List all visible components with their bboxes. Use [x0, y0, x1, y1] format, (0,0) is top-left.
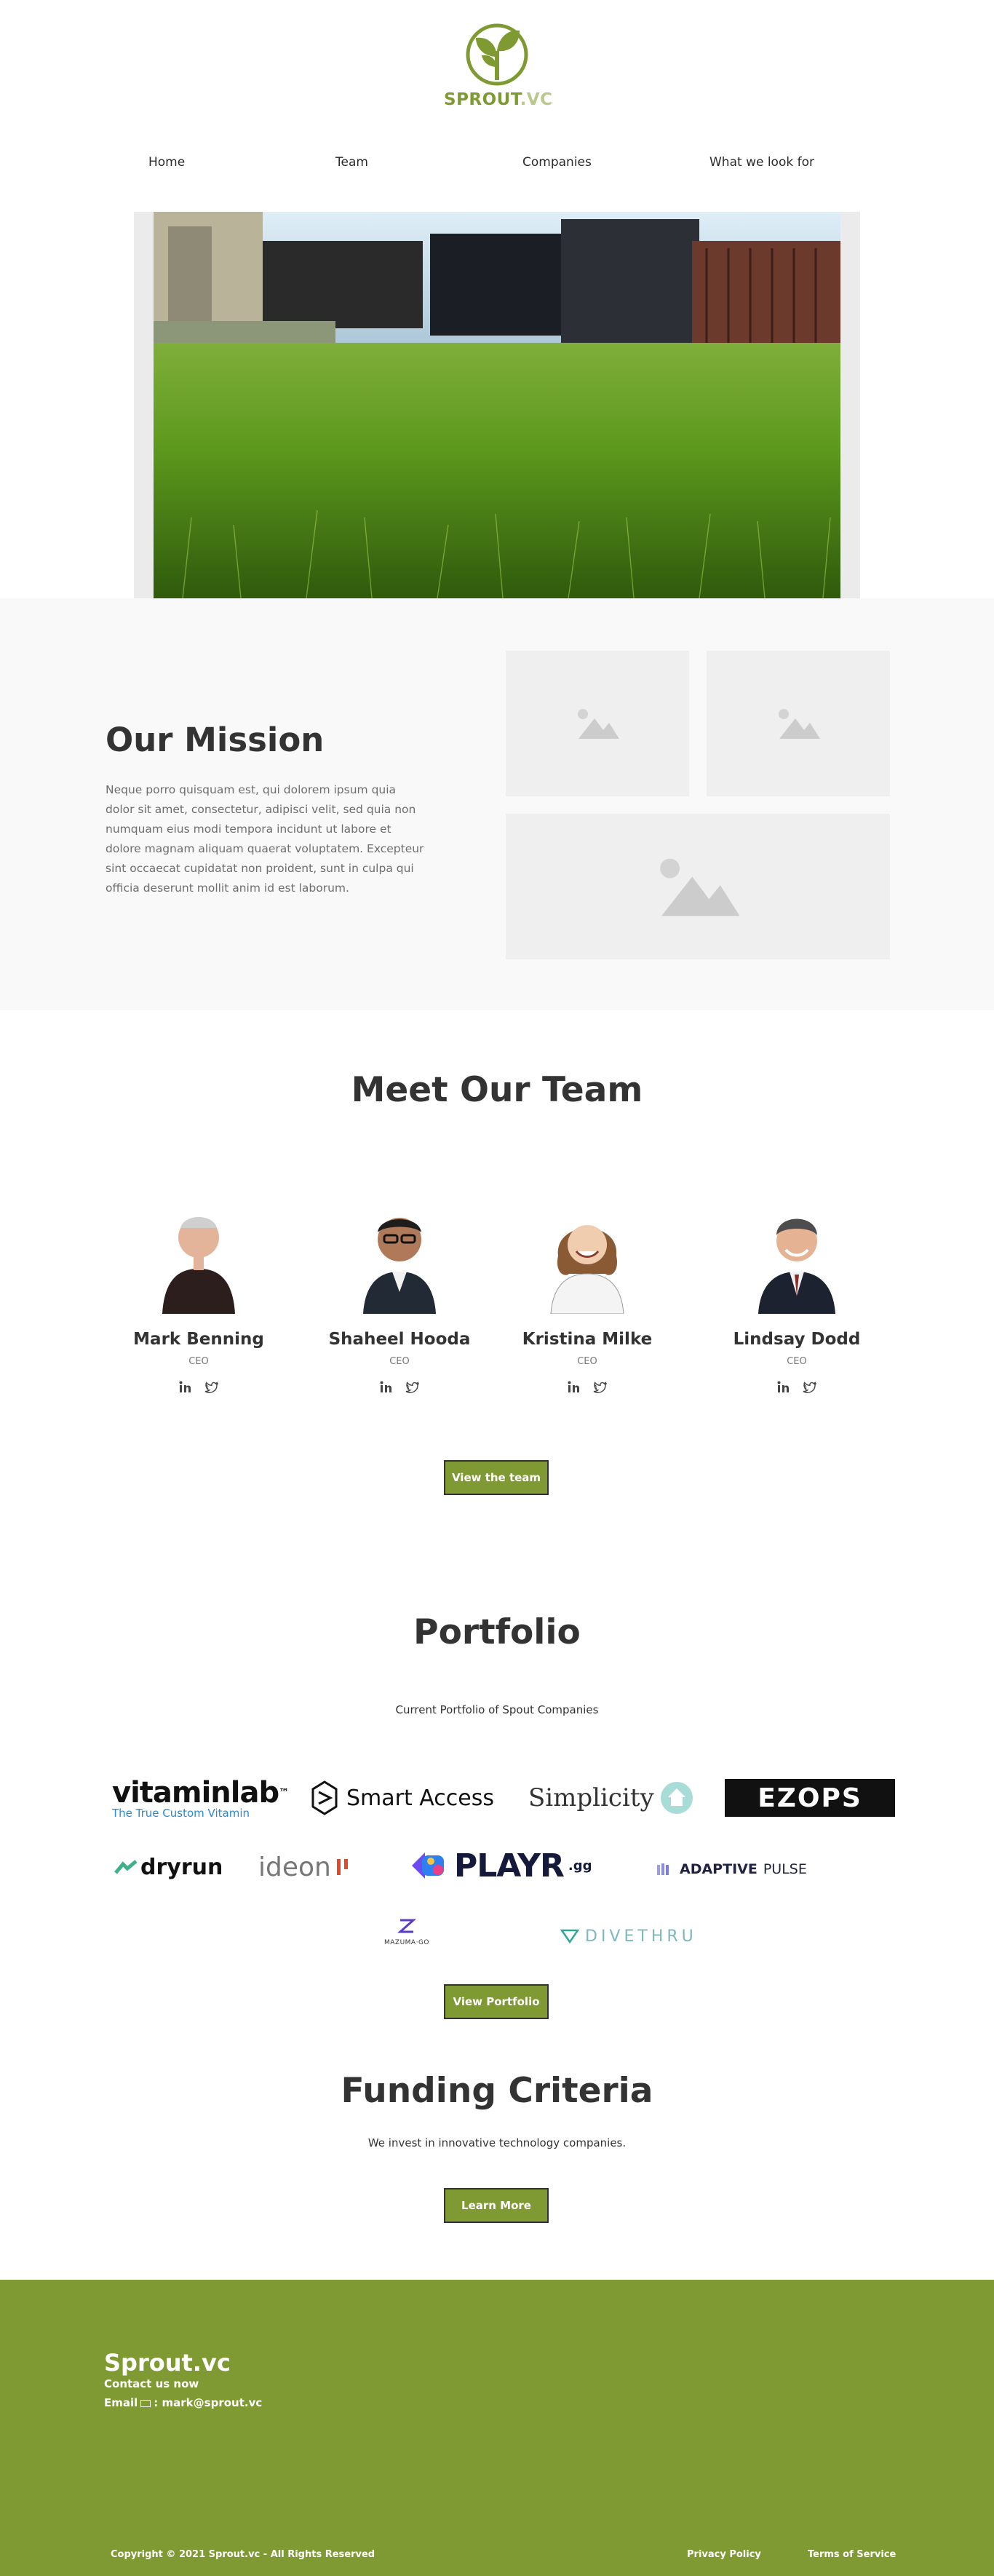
mazumago-icon [397, 1919, 416, 1933]
copyright: Copyright © 2021 Sprout.vc - All Rights … [111, 2549, 375, 2560]
member-role: CEO [787, 1356, 807, 1367]
view-team-button[interactable]: View the team [444, 1460, 549, 1495]
privacy-policy-link[interactable]: Privacy Policy [687, 2549, 761, 2560]
linkedin-icon[interactable] [178, 1380, 193, 1395]
nav-companies[interactable]: Companies [522, 155, 592, 170]
nav-what-we-look-for[interactable]: What we look for [709, 155, 814, 170]
nav-home[interactable]: Home [148, 155, 185, 170]
funding-title: Funding Criteria [341, 2071, 653, 2111]
image-placeholder [506, 814, 890, 959]
twitter-icon[interactable] [204, 1380, 219, 1395]
member-name: Lindsay Dodd [733, 1330, 861, 1349]
team-title: Meet Our Team [351, 1070, 643, 1110]
logo-playr[interactable]: PLAYR .gg [409, 1845, 613, 1886]
mission-section: Our Mission Neque porro quisquam est, qu… [0, 598, 994, 1010]
portfolio-subtitle: Current Portfolio of Spout Companies [395, 1703, 599, 1716]
logo-vitaminlab[interactable]: vitaminlab™ The True Custom Vitamin [112, 1778, 289, 1821]
linkedin-icon[interactable] [567, 1380, 581, 1395]
house-icon [660, 1782, 693, 1814]
funding-subtitle: We invest in innovative technology compa… [367, 2136, 627, 2149]
logo-mazumago[interactable]: MAZUMA·GO [374, 1916, 440, 1952]
footer-contact: Contact us now Email: mark@sprout.vc [104, 2374, 262, 2412]
team-member-card: Shaheel Hooda CEO [309, 1205, 490, 1395]
email-line: Email: mark@sprout.vc [104, 2396, 263, 2409]
logo-wordmark: SPROUT.VC [444, 90, 553, 109]
twitter-icon[interactable] [803, 1380, 817, 1395]
footer-brand: Sprout.vc [104, 2349, 231, 2377]
image-placeholder [707, 651, 890, 796]
linkedin-icon[interactable] [776, 1380, 791, 1395]
twitter-icon[interactable] [405, 1380, 420, 1395]
learn-more-button[interactable]: Learn More [444, 2188, 549, 2223]
site-footer: Sprout.vc Contact us now Email: mark@spr… [0, 2280, 994, 2576]
mission-title: Our Mission [106, 721, 325, 759]
team-member-card: Mark Benning CEO [108, 1205, 290, 1395]
twitter-icon[interactable] [593, 1380, 608, 1395]
image-placeholder-icon [660, 858, 740, 916]
member-role: CEO [389, 1356, 410, 1367]
smart-access-icon [311, 1780, 338, 1815]
contact-line: Contact us now [104, 2377, 199, 2390]
member-role: CEO [188, 1356, 209, 1367]
member-photo [540, 1205, 635, 1315]
member-name: Kristina Milke [522, 1330, 653, 1349]
member-photo [151, 1205, 246, 1314]
member-name: Mark Benning [133, 1330, 264, 1349]
member-name: Shaheel Hooda [328, 1330, 471, 1349]
image-placeholder [506, 651, 689, 796]
site-logo[interactable]: SPROUT.VC [444, 22, 553, 116]
logo-ezops[interactable]: EZOPS [725, 1779, 895, 1817]
logo-dryrun[interactable]: dryrun [114, 1852, 223, 1882]
logo-simplicity[interactable]: Simplicity [528, 1778, 696, 1818]
hero-image [154, 212, 840, 598]
email-icon [140, 2399, 151, 2407]
team-member-card: Kristina Milke CEO [496, 1205, 678, 1395]
member-role: CEO [577, 1356, 597, 1367]
member-photo [750, 1205, 844, 1314]
logo-smart-access[interactable]: Smart Access [311, 1778, 497, 1818]
playr-gamepad-icon [412, 1852, 444, 1879]
email-link[interactable]: mark@sprout.vc [162, 2396, 263, 2409]
ideon-bars-icon [336, 1859, 348, 1875]
main-nav: Home Team Companies What we look for [0, 149, 994, 178]
linkedin-icon[interactable] [379, 1380, 394, 1395]
portfolio-title: Portfolio [413, 1612, 581, 1652]
divethru-icon [560, 1929, 579, 1943]
sprout-logo-icon [466, 23, 528, 86]
logo-divethru[interactable]: DIVETHRU [560, 1926, 713, 1946]
image-placeholder-icon [779, 709, 820, 739]
dryrun-icon [114, 1860, 138, 1874]
nav-team[interactable]: Team [335, 155, 368, 170]
logo-adaptive-pulse[interactable]: ADAPTIVE PULSE [656, 1858, 831, 1880]
team-member-card: Lindsay Dodd CEO [706, 1205, 888, 1395]
image-placeholder-icon [578, 709, 619, 739]
terms-of-service-link[interactable]: Terms of Service [808, 2549, 896, 2560]
mission-body: Neque porro quisquam est, qui dolorem ip… [106, 783, 424, 895]
view-portfolio-button[interactable]: View Portfolio [444, 1984, 549, 2019]
adaptive-pulse-icon [657, 1863, 669, 1875]
member-photo [352, 1205, 447, 1314]
logo-ideon[interactable]: ideon [258, 1850, 375, 1884]
